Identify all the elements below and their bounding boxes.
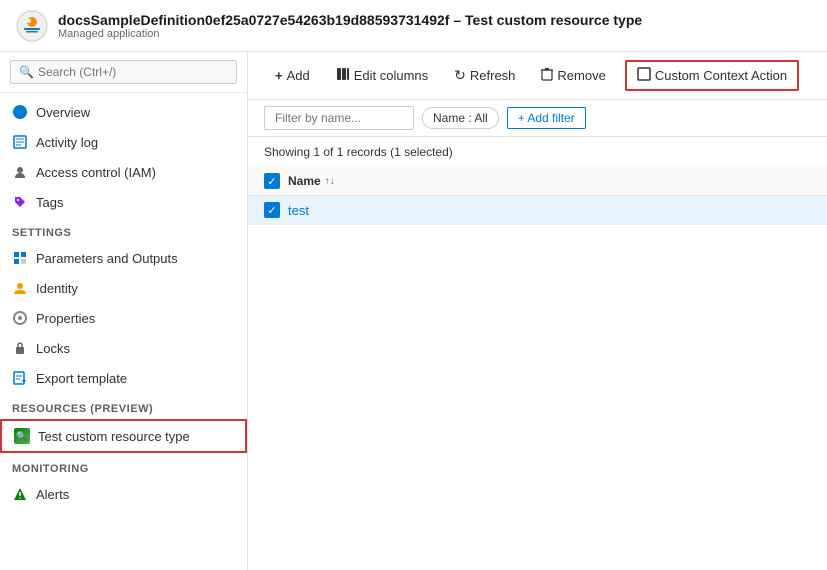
header-title-block: docsSampleDefinition0ef25a0727e54263b19d… bbox=[58, 12, 642, 40]
table-info: Showing 1 of 1 records (1 selected) bbox=[248, 137, 827, 167]
sidebar-label-iam: Access control (IAM) bbox=[36, 165, 156, 180]
remove-label: Remove bbox=[557, 68, 605, 83]
sidebar-item-locks[interactable]: Locks bbox=[0, 333, 247, 363]
custom-resource-icon: 🔍 bbox=[14, 428, 30, 444]
overview-icon bbox=[12, 104, 28, 120]
activity-log-icon bbox=[12, 134, 28, 150]
sidebar-label-tags: Tags bbox=[36, 195, 63, 210]
name-filter-pill[interactable]: Name : All bbox=[422, 107, 499, 129]
tags-icon bbox=[12, 194, 28, 210]
edit-columns-icon bbox=[336, 67, 350, 84]
filter-bar: Name : All + Add filter bbox=[248, 100, 827, 137]
sidebar-item-overview[interactable]: Overview bbox=[0, 97, 247, 127]
header-checkbox[interactable] bbox=[264, 173, 288, 189]
search-input-container[interactable]: 🔍 bbox=[10, 60, 237, 84]
sidebar-item-export[interactable]: Export template bbox=[0, 363, 247, 393]
table-area: Showing 1 of 1 records (1 selected) Name… bbox=[248, 137, 827, 570]
table-row: test bbox=[248, 196, 827, 225]
edit-columns-label: Edit columns bbox=[354, 68, 428, 83]
sidebar-item-properties[interactable]: Properties bbox=[0, 303, 247, 333]
name-column-header: Name ↑↓ bbox=[288, 174, 335, 188]
custom-action-label: Custom Context Action bbox=[655, 68, 787, 83]
remove-button[interactable]: Remove bbox=[530, 61, 616, 90]
sidebar-navigation: Overview Activity log Access control (IA… bbox=[0, 93, 247, 513]
sidebar-label-locks: Locks bbox=[36, 341, 70, 356]
custom-action-icon bbox=[637, 67, 651, 84]
identity-icon bbox=[12, 280, 28, 296]
iam-icon bbox=[12, 164, 28, 180]
main-content: + Add Edit columns ↻ Refresh Remove bbox=[248, 52, 827, 570]
sidebar-item-iam[interactable]: Access control (IAM) bbox=[0, 157, 247, 187]
sidebar-item-alerts[interactable]: Alerts bbox=[0, 479, 247, 509]
sidebar-label-properties: Properties bbox=[36, 311, 95, 326]
add-button[interactable]: + Add bbox=[264, 62, 321, 89]
sidebar-label-custom-resource: Test custom resource type bbox=[38, 429, 190, 444]
add-label: Add bbox=[287, 68, 310, 83]
page-subtitle: Managed application bbox=[58, 28, 642, 40]
sidebar-item-activity-log[interactable]: Activity log bbox=[0, 127, 247, 157]
params-icon bbox=[12, 250, 28, 266]
edit-columns-button[interactable]: Edit columns bbox=[325, 61, 439, 90]
add-filter-button[interactable]: + Add filter bbox=[507, 107, 586, 129]
sidebar-label-overview: Overview bbox=[36, 105, 90, 120]
search-field[interactable] bbox=[38, 65, 228, 79]
table-header: Name ↑↓ bbox=[248, 167, 827, 196]
sidebar-label-export: Export template bbox=[36, 371, 127, 386]
add-icon: + bbox=[275, 68, 283, 83]
sidebar: 🔍 Overview Activity log Access control bbox=[0, 52, 248, 570]
locks-icon bbox=[12, 340, 28, 356]
sidebar-item-identity[interactable]: Identity bbox=[0, 273, 247, 303]
row-name[interactable]: test bbox=[288, 203, 309, 218]
settings-section-label: Settings bbox=[0, 217, 247, 243]
sidebar-item-custom-resource[interactable]: 🔍 Test custom resource type bbox=[0, 419, 247, 453]
app-icon bbox=[16, 10, 48, 42]
sidebar-label-activity-log: Activity log bbox=[36, 135, 98, 150]
alerts-icon bbox=[12, 486, 28, 502]
properties-icon bbox=[12, 310, 28, 326]
page-header: docsSampleDefinition0ef25a0727e54263b19d… bbox=[0, 0, 827, 52]
sidebar-item-tags[interactable]: Tags bbox=[0, 187, 247, 217]
monitoring-section-label: Monitoring bbox=[0, 453, 247, 479]
sidebar-item-params[interactable]: Parameters and Outputs bbox=[0, 243, 247, 273]
name-column-label: Name bbox=[288, 174, 321, 188]
main-layout: 🔍 Overview Activity log Access control bbox=[0, 52, 827, 570]
custom-context-action-button[interactable]: Custom Context Action bbox=[625, 60, 799, 91]
row-checkbox-checked[interactable] bbox=[264, 202, 280, 218]
export-icon bbox=[12, 370, 28, 386]
search-icon: 🔍 bbox=[19, 65, 34, 79]
sort-arrows[interactable]: ↑↓ bbox=[325, 176, 335, 187]
refresh-label: Refresh bbox=[470, 68, 516, 83]
name-filter-label: Name : All bbox=[433, 111, 488, 125]
add-filter-label: + Add filter bbox=[518, 111, 575, 125]
filter-input[interactable] bbox=[264, 106, 414, 130]
sidebar-label-alerts: Alerts bbox=[36, 487, 69, 502]
search-box: 🔍 bbox=[0, 52, 247, 93]
sidebar-label-params: Parameters and Outputs bbox=[36, 251, 178, 266]
page-title: docsSampleDefinition0ef25a0727e54263b19d… bbox=[58, 12, 642, 28]
row-checkbox[interactable] bbox=[264, 202, 288, 218]
remove-icon bbox=[541, 67, 553, 84]
header-checkbox-checked[interactable] bbox=[264, 173, 280, 189]
toolbar: + Add Edit columns ↻ Refresh Remove bbox=[248, 52, 827, 100]
refresh-button[interactable]: ↻ Refresh bbox=[443, 61, 526, 90]
sidebar-label-identity: Identity bbox=[36, 281, 78, 296]
refresh-icon: ↻ bbox=[454, 67, 466, 84]
resources-section-label: Resources (preview) bbox=[0, 393, 247, 419]
